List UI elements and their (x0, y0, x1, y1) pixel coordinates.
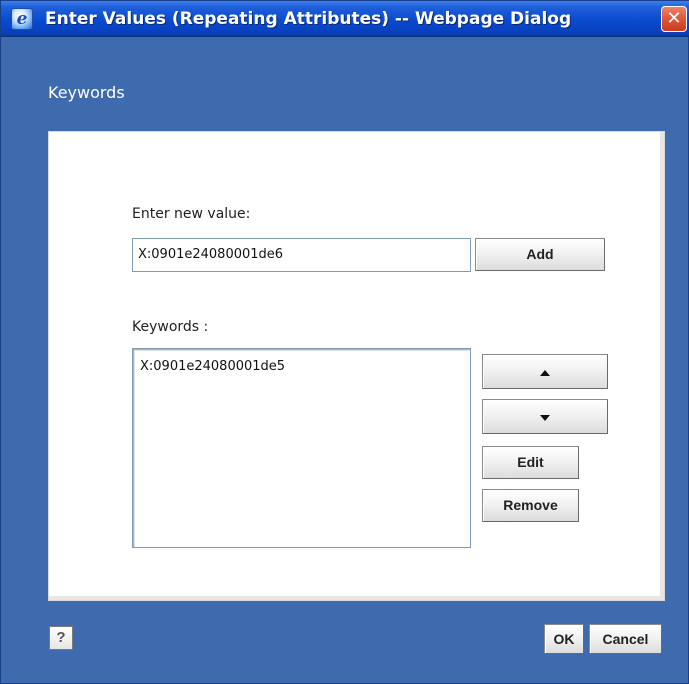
cancel-button[interactable]: Cancel (589, 624, 662, 654)
arrow-down-icon (540, 415, 550, 421)
remove-button[interactable]: Remove (482, 489, 579, 522)
keywords-listbox[interactable]: X:0901e24080001de5 (132, 348, 471, 548)
arrow-up-icon (540, 370, 550, 376)
new-value-label: Enter new value: (132, 206, 251, 222)
add-button[interactable]: Add (475, 238, 605, 271)
new-value-input[interactable]: X:0901e24080001de6 (132, 238, 471, 272)
title-bar[interactable]: e Enter Values (Repeating Attributes) --… (1, 1, 689, 37)
keywords-label: Keywords : (132, 319, 209, 335)
close-button[interactable]: ✕ (661, 6, 687, 32)
help-button[interactable]: ? (49, 626, 73, 650)
ie-icon: e (11, 8, 33, 30)
move-down-button[interactable] (482, 399, 608, 434)
help-icon: ? (56, 629, 66, 646)
section-title: Keywords (48, 83, 125, 102)
close-icon: ✕ (666, 8, 682, 29)
list-item[interactable]: X:0901e24080001de5 (140, 359, 285, 374)
dialog-window: e Enter Values (Repeating Attributes) --… (0, 0, 689, 684)
window-title: Enter Values (Repeating Attributes) -- W… (45, 9, 572, 29)
edit-button[interactable]: Edit (482, 446, 579, 479)
move-up-button[interactable] (482, 354, 608, 389)
ok-button[interactable]: OK (544, 624, 584, 654)
